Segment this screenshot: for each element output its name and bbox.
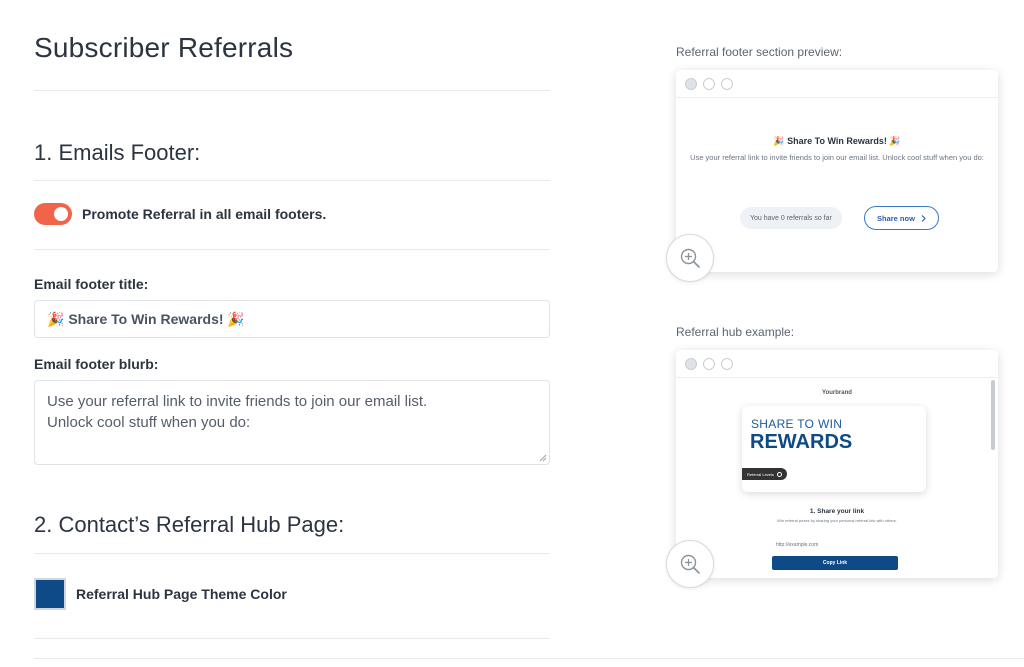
referral-count-pill: You have 0 referrals so far [740, 207, 842, 229]
email-footer-blurb-label: Email footer blurb: [34, 356, 159, 372]
browser-bar [676, 70, 998, 98]
window-dot [703, 77, 715, 90]
window-dot [721, 357, 733, 370]
info-icon [776, 471, 782, 477]
resize-handle-icon[interactable] [539, 454, 547, 462]
email-footer-blurb-textarea[interactable]: Use your referral link to invite friends… [34, 380, 550, 465]
hub-url: http://example.com [776, 542, 819, 548]
divider [34, 658, 1024, 659]
share-now-label: Share now [877, 213, 915, 223]
copy-link-button: Copy Link [772, 556, 898, 570]
hub-hero-line1: SHARE TO WIN [751, 417, 843, 431]
magnifier-plus-icon [680, 554, 700, 574]
footer-preview-title: 🎉 Share To Win Rewards! 🎉 [773, 136, 901, 146]
divider [34, 90, 550, 91]
window-dot [721, 77, 733, 90]
hub-step-title: 1. Share your link [809, 508, 865, 515]
email-footer-title-label: Email footer title: [34, 276, 149, 292]
scrollbar[interactable] [991, 380, 995, 450]
page-title: Subscriber Referrals [34, 32, 294, 63]
email-footer-title-input[interactable]: 🎉 Share To Win Rewards! 🎉 [34, 300, 550, 338]
hub-levels-badge-label: Referral Levels [747, 471, 774, 477]
hub-hero-card: SHARE TO WIN REWARDS Referral Levels [742, 406, 926, 492]
hub-hero-line2: REWARDS [750, 431, 853, 453]
theme-color-row: Referral Hub Page Theme Color [34, 578, 287, 610]
window-dot [685, 357, 697, 370]
theme-color-label: Referral Hub Page Theme Color [76, 586, 287, 602]
chevron-right-icon [921, 214, 926, 222]
hub-example-window: Yourbrand SHARE TO WIN REWARDS Referral … [676, 350, 998, 578]
zoom-in-icon[interactable] [666, 540, 714, 588]
footer-preview-window: 🎉 Share To Win Rewards! 🎉 Use your refer… [676, 70, 998, 272]
email-footer-title-value: 🎉 Share To Win Rewards! 🎉 [47, 310, 245, 327]
window-dot [703, 357, 715, 370]
browser-bar [676, 350, 998, 378]
theme-color-swatch[interactable] [34, 578, 66, 610]
share-now-button[interactable]: Share now [864, 206, 939, 230]
hub-step-desc: Win referral prizes by sharing your pers… [777, 518, 897, 523]
window-dot [685, 77, 697, 90]
promote-referral-toggle[interactable] [34, 203, 72, 225]
zoom-in-icon[interactable] [666, 234, 714, 282]
hub-page-section-title: 2. Contact’s Referral Hub Page: [34, 512, 345, 537]
footer-preview-caption: Referral footer section preview: [676, 45, 843, 59]
email-footer-blurb-value: Use your referral link to invite friends… [47, 393, 428, 431]
toggle-knob [54, 207, 68, 221]
promote-referral-row: Promote Referral in all email footers. [34, 203, 326, 225]
emails-footer-section-title: 1. Emails Footer: [34, 140, 201, 165]
hub-levels-badge: Referral Levels [742, 468, 787, 480]
divider [34, 638, 550, 639]
divider [34, 553, 550, 554]
promote-referral-label: Promote Referral in all email footers. [82, 206, 327, 222]
hub-example-caption: Referral hub example: [676, 325, 795, 339]
divider [34, 180, 550, 181]
footer-preview-blurb: Use your referral link to invite friends… [690, 153, 984, 162]
divider [34, 249, 550, 250]
hub-logo: Yourbrand [822, 390, 852, 396]
magnifier-plus-icon [680, 248, 700, 268]
